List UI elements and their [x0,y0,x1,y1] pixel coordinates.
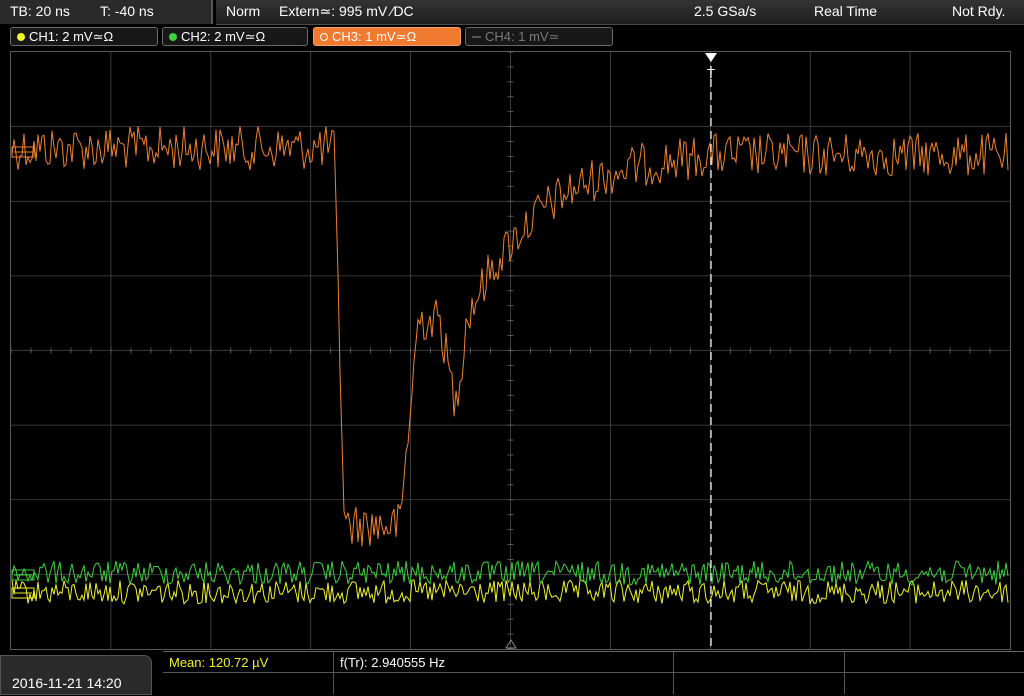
measurement-empty-cell-2[interactable] [845,652,1024,673]
trigger-marker-label: T [707,66,715,81]
measurement-empty-cell-1[interactable] [674,652,845,673]
measurement-empty-cell-4[interactable] [334,673,674,694]
measurement-empty-cell-5[interactable] [674,673,845,694]
mean-measurement: Mean: 120.72 µV [169,655,269,670]
trigger-frequency: f(Tr): 2.940555 Hz [340,655,446,670]
ch2-trace [11,559,1009,587]
waveform-display: T [10,51,1010,650]
measurement-empty-cell-3[interactable] [163,673,334,694]
ch3-trace [11,126,1009,547]
date-time-display: 2016-11-21 14:20 [0,655,152,695]
measurement-mean-cell[interactable]: Mean: 120.72 µV [163,652,334,673]
ground-marker-icon [505,639,517,649]
ch1-trace [11,578,1009,605]
measurement-panel[interactable]: Mean: 120.72 µV f(Tr): 2.940555 Hz [163,651,1024,696]
datetime-text: 2016-11-21 14:20 [12,675,122,691]
measurement-freq-cell[interactable]: f(Tr): 2.940555 Hz [334,652,674,673]
trigger-marker-icon[interactable] [705,53,717,62]
